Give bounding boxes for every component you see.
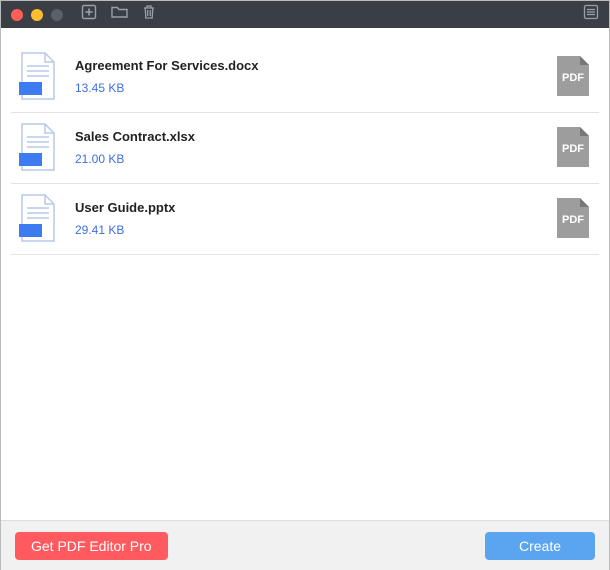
add-folder-icon[interactable] [111, 5, 128, 24]
svg-text:PDF: PDF [562, 214, 584, 226]
svg-text:PDF: PDF [562, 143, 584, 155]
file-name: Sales Contract.xlsx [75, 129, 537, 144]
add-file-icon[interactable] [81, 4, 97, 25]
file-size: 13.45 KB [75, 81, 537, 95]
pdf-icon: PDF [555, 125, 591, 169]
file-name: Agreement For Services.docx [75, 58, 537, 73]
file-info: Agreement For Services.docx 13.45 KB [75, 58, 537, 95]
toolbar-icons [81, 4, 156, 25]
document-icon [19, 194, 57, 242]
minimize-window-button[interactable] [31, 9, 43, 21]
document-icon [19, 123, 57, 171]
file-size: 29.41 KB [75, 223, 537, 237]
close-window-button[interactable] [11, 9, 23, 21]
svg-text:PDF: PDF [562, 72, 584, 84]
trash-icon[interactable] [142, 4, 156, 25]
titlebar [1, 1, 609, 28]
file-size: 21.00 KB [75, 152, 537, 166]
file-row[interactable]: Agreement For Services.docx 13.45 KB PDF [11, 42, 599, 113]
list-icon[interactable] [583, 4, 599, 25]
file-list: Agreement For Services.docx 13.45 KB PDF… [1, 28, 609, 520]
file-row[interactable]: User Guide.pptx 29.41 KB PDF [11, 184, 599, 255]
create-button[interactable]: Create [485, 532, 595, 560]
pdf-icon: PDF [555, 196, 591, 240]
upgrade-button[interactable]: Get PDF Editor Pro [15, 532, 168, 560]
pdf-icon: PDF [555, 54, 591, 98]
file-info: User Guide.pptx 29.41 KB [75, 200, 537, 237]
file-row[interactable]: Sales Contract.xlsx 21.00 KB PDF [11, 113, 599, 184]
footer: Get PDF Editor Pro Create [1, 520, 609, 570]
file-info: Sales Contract.xlsx 21.00 KB [75, 129, 537, 166]
file-name: User Guide.pptx [75, 200, 537, 215]
document-icon [19, 52, 57, 100]
maximize-window-button[interactable] [51, 9, 63, 21]
window-controls [11, 9, 63, 21]
